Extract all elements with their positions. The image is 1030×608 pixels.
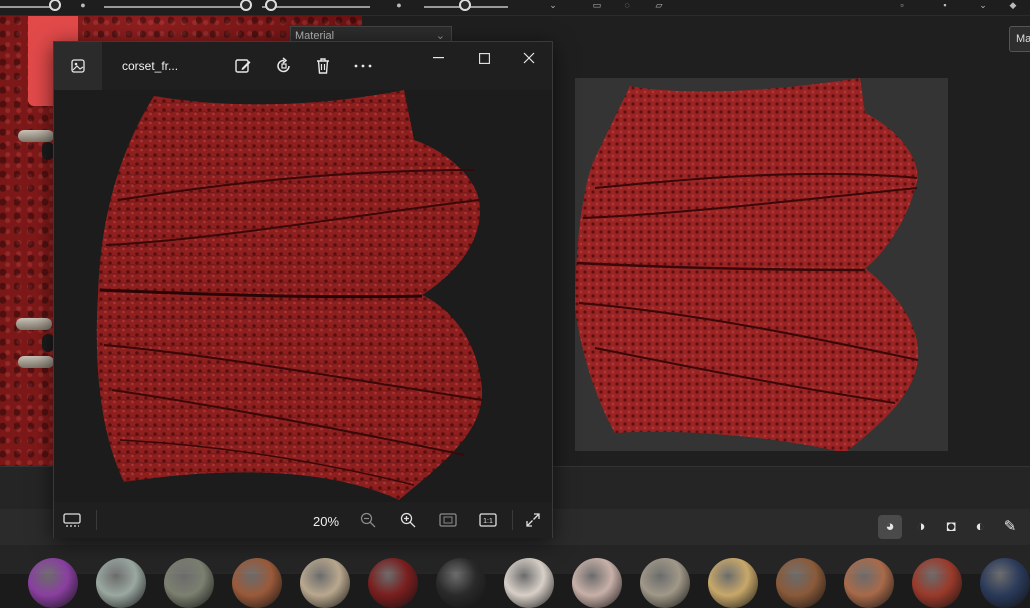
uv-texture-preview	[575, 78, 948, 451]
close-icon[interactable]	[506, 42, 552, 74]
display-icon[interactable]: ◆	[1006, 0, 1020, 10]
viewer-titlebar: corset_fr...	[54, 42, 552, 90]
material-swatch[interactable]	[164, 558, 214, 608]
edit-image-icon[interactable]	[231, 54, 255, 78]
shaded-sphere-icon[interactable]: ◕	[878, 515, 902, 539]
square-frame-icon[interactable]: ◘	[939, 515, 963, 539]
dot-icon: ●	[396, 0, 402, 10]
flow-slider-knob[interactable]	[265, 0, 277, 11]
viewer-footer: 20% 1:1	[54, 502, 552, 538]
corset-hook	[18, 356, 54, 368]
flow-slider[interactable]	[262, 6, 370, 8]
maximize-icon[interactable]	[461, 42, 507, 74]
material-swatch[interactable]	[708, 558, 758, 608]
view-icon[interactable]: ⌄	[976, 0, 990, 10]
contrast-circle-icon[interactable]: ◐	[968, 515, 992, 539]
half-sphere-icon[interactable]: ◑	[909, 515, 933, 539]
layout-icon[interactable]: ▪	[938, 0, 952, 10]
symmetry-icon[interactable]: ⌄	[546, 0, 560, 10]
dot-icon: ●	[80, 0, 86, 10]
material-swatch[interactable]	[232, 558, 282, 608]
top-toolbar: ● ● ⌄ ▭ ◌ ▱ ▫ ▪ ⌄ ◆	[0, 0, 1030, 16]
file-name: corset_fr...	[122, 59, 179, 73]
mirror-icon[interactable]: ▭	[590, 0, 604, 10]
material-swatch[interactable]	[300, 558, 350, 608]
material-chip[interactable]: Ma	[1009, 26, 1030, 52]
fit-to-window-icon[interactable]	[436, 508, 460, 532]
photos-app-icon	[54, 42, 102, 90]
material-swatch[interactable]	[640, 558, 690, 608]
zoom-in-icon[interactable]	[396, 508, 420, 532]
brush-size-slider[interactable]	[0, 6, 52, 8]
material-swatch[interactable]	[776, 558, 826, 608]
minimize-icon[interactable]	[415, 42, 461, 74]
corset-uv-image	[96, 90, 483, 500]
material-swatch[interactable]	[504, 558, 554, 608]
material-swatch[interactable]	[368, 558, 418, 608]
fullscreen-icon[interactable]	[521, 508, 545, 532]
material-swatch[interactable]	[912, 558, 962, 608]
zoom-out-icon[interactable]	[356, 508, 380, 532]
corset-uv-shape-preview	[575, 78, 919, 451]
rotate-icon[interactable]	[272, 54, 296, 78]
camera-icon[interactable]: ▫	[895, 0, 909, 10]
zoom-level: 20%	[313, 514, 340, 529]
spacing-slider-knob[interactable]	[459, 0, 471, 11]
brush-icon[interactable]: ✎	[998, 515, 1022, 539]
footer-divider	[512, 510, 513, 530]
projection-icon[interactable]: ▱	[652, 0, 666, 10]
actual-size-icon[interactable]: 1:1	[476, 508, 500, 532]
actual-size-label: 1:1	[483, 518, 493, 525]
material-swatch[interactable]	[844, 558, 894, 608]
brush-size-slider-knob[interactable]	[49, 0, 61, 11]
material-swatch[interactable]	[28, 558, 78, 608]
photos-viewer-window: corset_fr... 20% 1:1	[53, 41, 553, 538]
corset-hook	[16, 318, 52, 330]
delete-icon[interactable]	[311, 54, 335, 78]
corset-hook	[18, 130, 54, 142]
opacity-slider[interactable]	[104, 6, 244, 8]
material-swatch[interactable]	[980, 558, 1030, 608]
material-chip-value: Ma	[1016, 33, 1030, 45]
material-swatch[interactable]	[572, 558, 622, 608]
material-swatch[interactable]	[96, 558, 146, 608]
material-swatch[interactable]	[436, 558, 486, 608]
footer-divider	[96, 510, 97, 530]
opacity-slider-knob[interactable]	[240, 0, 252, 11]
filmstrip-icon[interactable]	[60, 508, 84, 532]
image-canvas[interactable]	[54, 90, 552, 502]
more-icon[interactable]	[351, 54, 375, 78]
settings-icon[interactable]: ◌	[620, 0, 634, 10]
